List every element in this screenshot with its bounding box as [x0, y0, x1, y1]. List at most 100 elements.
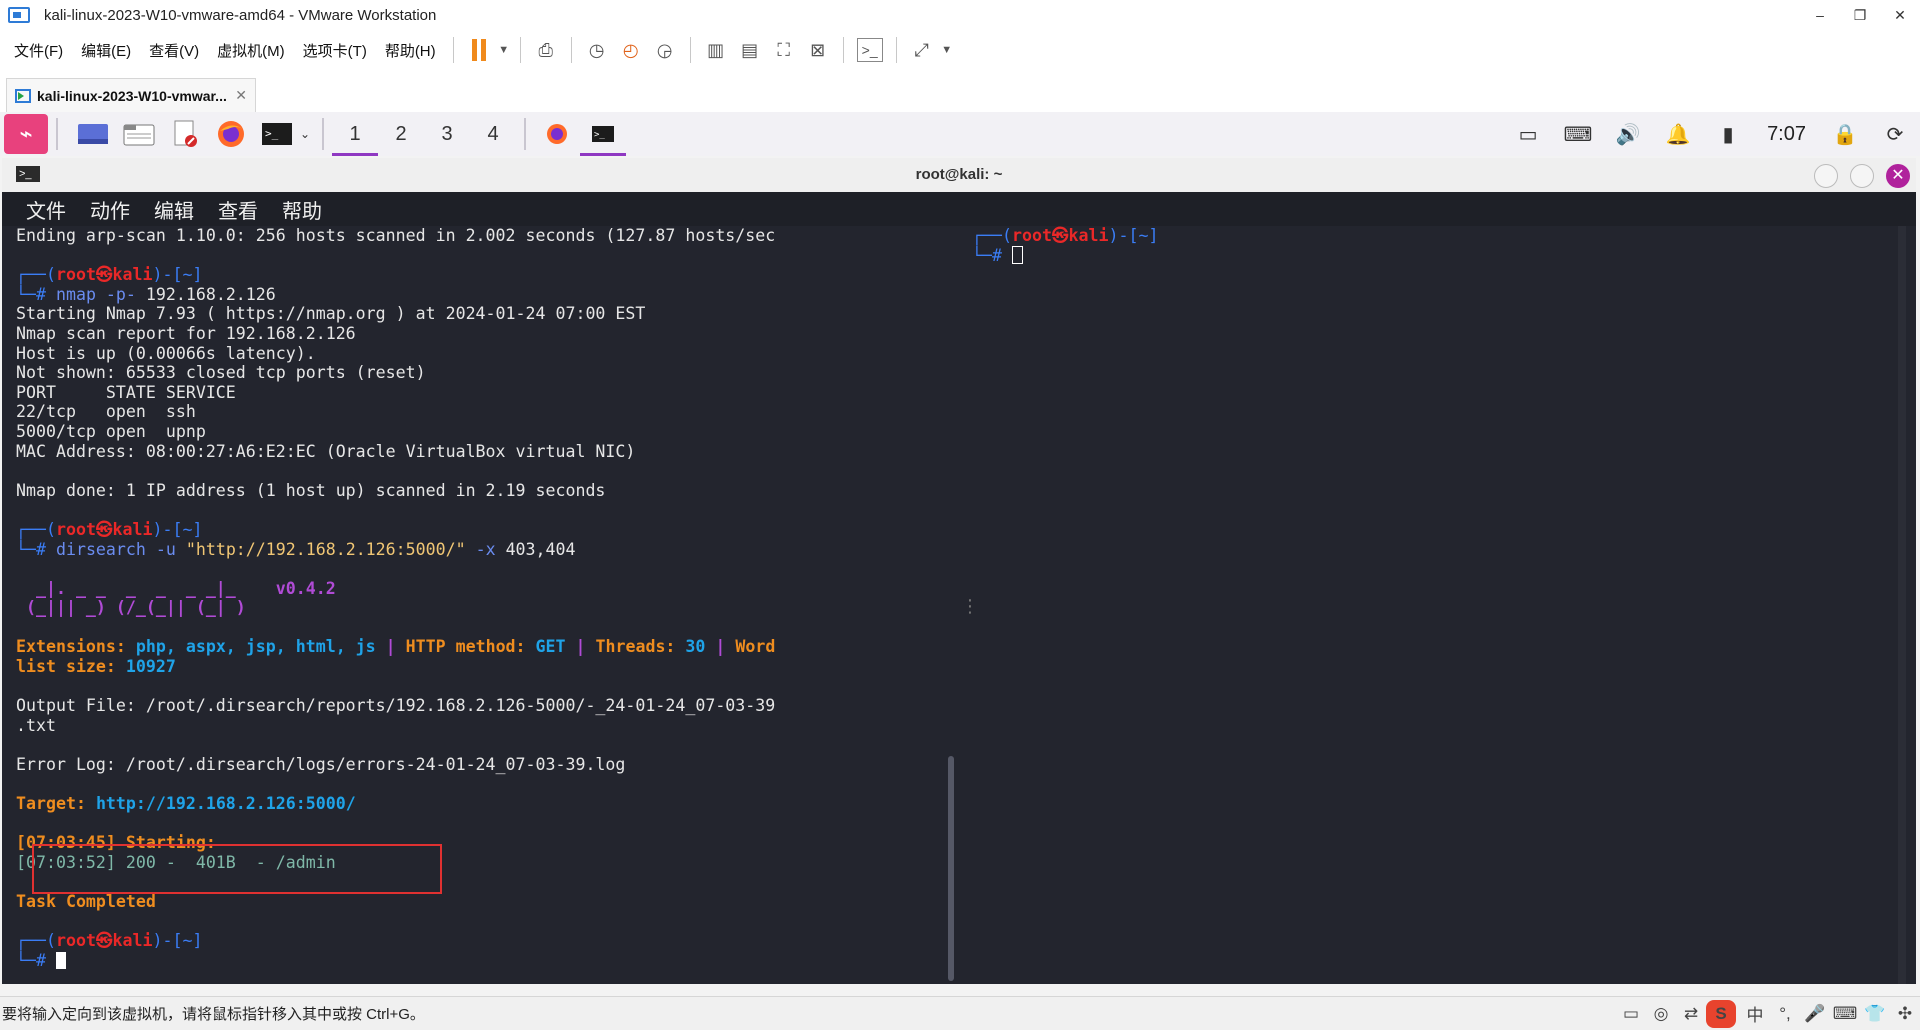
library-view-icon[interactable]: ▥ — [699, 35, 733, 65]
status-message: 要将输入定向到该虚拟机，请将鼠标指针移入其中或按 Ctrl+G。 — [2, 1006, 425, 1023]
network-icon[interactable]: ⇄ — [1676, 1004, 1706, 1024]
terminal-close-button[interactable]: ✕ — [1886, 164, 1910, 188]
sogou-ime-icon[interactable]: S — [1706, 999, 1736, 1028]
taskbar-firefox[interactable] — [534, 112, 580, 156]
svg-text:>_: >_ — [265, 127, 279, 140]
ime-skin-icon[interactable]: 👕 — [1860, 1004, 1890, 1024]
terminal-menu-actions[interactable]: 动作 — [78, 195, 142, 224]
prompt-line: ┌──(root㉿kali)-[~] — [16, 931, 203, 951]
ime-punctuation[interactable]: °, — [1770, 1004, 1800, 1024]
terminal-line: Ending arp-scan 1.10.0: 256 hosts scanne… — [16, 226, 776, 245]
terminal-menu-edit[interactable]: 编辑 — [142, 195, 206, 224]
terminal-line: Nmap scan report for 192.168.2.126 — [16, 323, 356, 343]
console-view-icon[interactable]: >_ — [856, 38, 883, 62]
prompt-line: ┌──(root㉿kali)-[~] — [972, 226, 1159, 245]
terminal-line: Error Log: /root/.dirsearch/logs/errors-… — [16, 755, 626, 775]
ime-voice-icon[interactable]: 🎤 — [1800, 1004, 1830, 1024]
menu-file[interactable]: 文件(F) — [5, 40, 72, 61]
workspace-3[interactable]: 3 — [424, 112, 470, 156]
unity-icon[interactable]: ⊠ — [801, 35, 835, 65]
display-icon[interactable]: ▭ — [1503, 122, 1553, 147]
dirsearch-banner: _|. _ _ _ _ _ _|_ v0.4.2 — [16, 578, 336, 598]
highlight-annotation-box — [32, 844, 442, 894]
terminal-cursor-inactive — [1011, 245, 1023, 264]
minimize-button[interactable]: – — [1800, 0, 1840, 30]
pause-button[interactable] — [462, 35, 496, 65]
terminal-menu-help[interactable]: 帮助 — [270, 195, 334, 224]
pause-dropdown-icon[interactable]: ▼ — [496, 35, 512, 65]
terminal-line: Nmap done: 1 IP address (1 host up) scan… — [16, 480, 606, 500]
dirsearch-completed: Task Completed — [16, 892, 156, 912]
restore-button[interactable]: ❐ — [1840, 0, 1880, 30]
stretch-icon[interactable]: ⤢ — [905, 35, 939, 65]
dirsearch-banner: (_||| _) (/_(_|| (_| ) — [16, 598, 246, 618]
ime-keyboard-icon[interactable]: ⌨ — [1830, 1004, 1860, 1024]
panel-separator — [322, 118, 324, 150]
thumbnail-bar-icon[interactable]: ▤ — [733, 35, 767, 65]
hdd-icon[interactable]: ▭ — [1616, 1004, 1646, 1024]
terminal-menu-file[interactable]: 文件 — [14, 195, 78, 224]
toolbar-separator — [570, 37, 572, 63]
terminal-line: 22/tcp open ssh — [16, 402, 196, 422]
ime-toolbox-icon[interactable]: ✣ — [1890, 1004, 1920, 1024]
logout-icon[interactable]: ⟳ — [1870, 122, 1920, 147]
menu-vm[interactable]: 虚拟机(M) — [208, 40, 294, 61]
active-prompt[interactable]: └─# — [972, 245, 1892, 266]
terminal-scrollbar[interactable] — [948, 756, 954, 981]
window-title: kali-linux-2023-W10-vmware-amd64 - VMwar… — [44, 6, 437, 24]
firefox-icon[interactable] — [212, 115, 250, 153]
keyboard-icon[interactable]: ⌨ — [1553, 122, 1603, 147]
stretch-dropdown-icon[interactable]: ▼ — [939, 35, 955, 65]
terminal-icon[interactable]: >_ — [258, 115, 296, 153]
taskbar-terminal[interactable]: >_ — [580, 112, 626, 156]
fullscreen-icon[interactable]: ⛶ — [767, 35, 801, 65]
dirsearch-config: list size: 10927 — [16, 657, 176, 677]
show-desktop-icon[interactable] — [74, 115, 112, 153]
terminal-line: Host is up (0.00066s latency). — [16, 343, 316, 363]
workspace-1[interactable]: 1 — [332, 112, 378, 156]
menu-help[interactable]: 帮助(H) — [376, 40, 445, 61]
workspace-2[interactable]: 2 — [378, 112, 424, 156]
power-manager-icon[interactable]: ▮ — [1703, 122, 1753, 147]
cdrom-icon[interactable]: ◎ — [1646, 1004, 1676, 1024]
terminal-maximize-button[interactable] — [1850, 164, 1874, 188]
tab-close-icon[interactable]: ✕ — [235, 87, 247, 104]
clock[interactable]: 7:07 — [1753, 123, 1820, 146]
lock-icon[interactable]: 🔒 — [1820, 122, 1870, 147]
active-prompt[interactable]: └─# — [16, 951, 946, 971]
workspace-4[interactable]: 4 — [470, 112, 516, 156]
kali-menu-icon[interactable]: ⌁ — [4, 114, 48, 154]
snapshot-manager-icon[interactable]: ◶ — [648, 35, 682, 65]
terminal-line: Not shown: 65533 closed tcp ports (reset… — [16, 363, 426, 383]
terminal-dropdown-icon[interactable]: ⌄ — [296, 119, 314, 149]
vm-tab[interactable]: kali-linux-2023-W10-vmwar... ✕ — [6, 78, 256, 112]
command-line: └─# dirsearch -u "http://192.168.2.126:5… — [16, 539, 576, 559]
prompt-line: ┌──(root㉿kali)-[~] — [16, 519, 203, 539]
vmware-app-icon — [8, 7, 30, 23]
terminal-line: Starting Nmap 7.93 ( https://nmap.org ) … — [16, 304, 646, 324]
menu-view[interactable]: 查看(V) — [140, 40, 208, 61]
terminal-minimize-button[interactable] — [1814, 164, 1838, 188]
menu-edit[interactable]: 编辑(E) — [72, 40, 140, 61]
close-button[interactable]: ✕ — [1880, 0, 1920, 30]
file-manager-icon[interactable] — [120, 115, 158, 153]
ime-chinese-mode[interactable]: 中 — [1740, 1001, 1770, 1026]
volume-icon[interactable]: 🔊 — [1603, 122, 1653, 147]
terminal-menu-view[interactable]: 查看 — [206, 195, 270, 224]
text-editor-icon[interactable] — [166, 115, 204, 153]
send-keys-icon[interactable]: ⎙ — [529, 35, 563, 65]
notification-bell-icon[interactable]: 🔔 — [1653, 122, 1703, 147]
menu-tabs[interactable]: 选项卡(T) — [294, 40, 376, 61]
terminal-right-scrollbar[interactable] — [1898, 226, 1906, 984]
vm-running-icon — [15, 88, 31, 103]
dirsearch-target: Target: http://192.168.2.126:5000/ — [16, 794, 356, 814]
terminal-pane-right[interactable]: ┌──(root㉿kali)-[~] └─# — [972, 226, 1892, 984]
revert-snapshot-icon[interactable]: ◴ — [614, 35, 648, 65]
window-controls: – ❐ ✕ — [1800, 0, 1920, 30]
system-tray: ▭ ⌨ 🔊 🔔 ▮ 7:07 🔒 ⟳ — [1503, 112, 1920, 156]
terminal-line: 5000/tcp open upnp — [16, 421, 206, 441]
snapshot-icon[interactable]: ◷ — [580, 35, 614, 65]
